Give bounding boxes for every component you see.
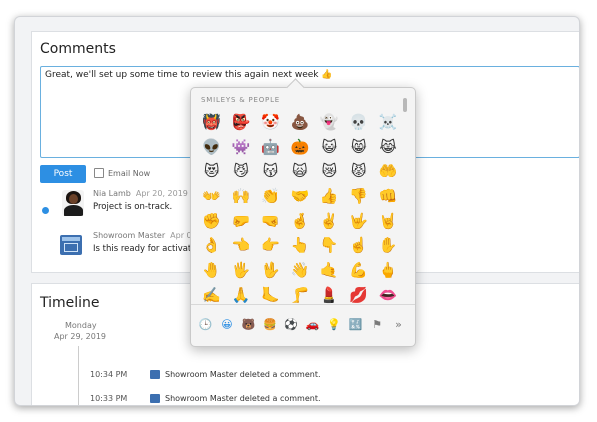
emoji-button[interactable]: 👻 xyxy=(315,110,344,135)
post-button[interactable]: Post xyxy=(40,165,86,183)
emoji-grid: 👹 👺 🤡 💩 👻 💀 ☠️ 👽 👾 🤖 🎃 😺 😸 😹 😻 😼 😽 🙀 😿 😾 🤲 👐 🙌 👏 🤝 👍 👎 👊 ✊ 🤛 🤜 🤞 ✌️ 🤟 🤘 👌 👈 👉… xyxy=(197,110,403,302)
emoji-button[interactable]: 🤛 xyxy=(226,209,255,234)
emoji-button[interactable]: 👇 xyxy=(315,233,344,258)
travel-icon[interactable]: 🚗 xyxy=(304,316,321,333)
emoji-button[interactable]: 😽 xyxy=(256,159,285,184)
emoji-button[interactable]: 👋 xyxy=(285,258,314,283)
emoji-category-bar: 🕒 😀 🐻 🍔 ⚽ 🚗 💡 🔣 ⚑» xyxy=(197,309,407,339)
emoji-button[interactable]: 👺 xyxy=(226,110,255,135)
emoji-button[interactable]: 👍 xyxy=(315,184,344,209)
emoji-button[interactable]: 👾 xyxy=(226,135,255,160)
emoji-button[interactable]: 👉 xyxy=(256,233,285,258)
timeline-text: Showroom Master deleted a comment. xyxy=(165,394,321,403)
emoji-button[interactable]: 🖖 xyxy=(256,258,285,283)
animals-icon[interactable]: 🐻 xyxy=(240,316,257,333)
emoji-button[interactable]: 💀 xyxy=(344,110,373,135)
emoji-button[interactable]: 😼 xyxy=(226,159,255,184)
emoji-button[interactable]: 👏 xyxy=(256,184,285,209)
emoji-button[interactable]: 🤝 xyxy=(285,184,314,209)
showroom-icon xyxy=(150,394,160,403)
emoji-button[interactable]: 😹 xyxy=(373,135,402,160)
unread-indicator xyxy=(42,207,49,214)
emoji-button[interactable]: 🎃 xyxy=(285,135,314,160)
feed-date: Apr 20, 2019 1 xyxy=(135,189,196,198)
food-icon[interactable]: 🍔 xyxy=(261,316,278,333)
timeline-date: Apr 29, 2019 xyxy=(54,332,107,341)
emoji-button[interactable]: 🤜 xyxy=(256,209,285,234)
feed-author: Showroom Master Apr 0 xyxy=(93,231,192,240)
emoji-button[interactable]: 🤞 xyxy=(285,209,314,234)
smileys-icon[interactable]: 😀 xyxy=(218,316,235,333)
symbols-icon[interactable]: 🔣 xyxy=(347,316,364,333)
emoji-button[interactable]: 👈 xyxy=(226,233,255,258)
feed-date: Apr 0 xyxy=(170,231,192,240)
timeline-line xyxy=(78,346,79,405)
timeline-day: Monday xyxy=(65,321,97,330)
emoji-button[interactable]: 👎 xyxy=(344,184,373,209)
emoji-button[interactable]: 🤙 xyxy=(315,258,344,283)
timeline-title: Timeline xyxy=(40,295,100,311)
email-now-option[interactable]: Email Now xyxy=(94,168,150,178)
timeline-text: Showroom Master deleted a comment. xyxy=(165,370,321,379)
emoji-button[interactable]: 👐 xyxy=(197,184,226,209)
emoji-button[interactable]: ☠️ xyxy=(373,110,402,135)
feed-author: Nia Lamb Apr 20, 2019 1 xyxy=(93,189,196,198)
picker-category-header: SMILEYS & PEOPLE xyxy=(201,96,280,104)
emoji-button[interactable]: 👆 xyxy=(285,233,314,258)
emoji-button[interactable]: 🤡 xyxy=(256,110,285,135)
emoji-button[interactable]: 👌 xyxy=(197,233,226,258)
timeline-time: 10:33 PM xyxy=(90,394,128,403)
emoji-button[interactable]: 🖐️ xyxy=(226,258,255,283)
emoji-button[interactable]: 👽 xyxy=(197,135,226,160)
more-icon[interactable]: » xyxy=(390,316,407,333)
flags-icon[interactable]: ⚑ xyxy=(369,316,386,333)
activity-icon[interactable]: ⚽ xyxy=(283,316,300,333)
feed-text: Project is on-track. xyxy=(93,202,173,212)
emoji-button[interactable]: 🤟 xyxy=(344,209,373,234)
emoji-button[interactable]: 👹 xyxy=(197,110,226,135)
objects-icon[interactable]: 💡 xyxy=(326,316,343,333)
picker-divider xyxy=(191,304,415,305)
showroom-icon xyxy=(150,370,160,379)
emoji-button[interactable]: 💪 xyxy=(344,258,373,283)
emoji-button[interactable]: 🖕 xyxy=(373,258,402,283)
emoji-button[interactable]: 🙀 xyxy=(285,159,314,184)
feed-text: Is this ready for activation xyxy=(93,244,205,254)
email-now-label: Email Now xyxy=(108,168,151,178)
emoji-button[interactable]: 👊 xyxy=(373,184,402,209)
recent-icon[interactable]: 🕒 xyxy=(197,316,214,333)
emoji-button[interactable]: 🤚 xyxy=(197,258,226,283)
emoji-button[interactable]: ☝️ xyxy=(344,233,373,258)
picker-scrollbar[interactable] xyxy=(403,98,407,112)
emoji-button[interactable]: 😾 xyxy=(344,159,373,184)
emoji-button[interactable]: 😿 xyxy=(315,159,344,184)
emoji-button[interactable]: 🤘 xyxy=(373,209,402,234)
emoji-button[interactable]: 😺 xyxy=(315,135,344,160)
emoji-button[interactable]: ✌️ xyxy=(315,209,344,234)
timeline-time: 10:34 PM xyxy=(90,370,128,379)
emoji-button[interactable]: 🤖 xyxy=(256,135,285,160)
avatar xyxy=(62,190,84,216)
emoji-button[interactable]: ✋ xyxy=(373,233,402,258)
emoji-button[interactable]: 🤲 xyxy=(373,159,402,184)
emoji-button[interactable]: 🙌 xyxy=(226,184,255,209)
comments-title: Comments xyxy=(40,41,116,57)
emoji-button[interactable]: 😻 xyxy=(197,159,226,184)
emoji-button[interactable]: 💩 xyxy=(285,110,314,135)
showroom-avatar-icon xyxy=(60,235,82,255)
email-now-checkbox[interactable] xyxy=(94,168,104,178)
emoji-button[interactable]: ✊ xyxy=(197,209,226,234)
emoji-picker: SMILEYS & PEOPLE 👹 👺 🤡 💩 👻 💀 ☠️ 👽 👾 🤖 🎃 😺 😸 😹 😻 😼 😽 🙀 😿 😾 🤲 👐… xyxy=(190,78,416,347)
app-window: Comments Great, we'll set up some time t… xyxy=(14,16,580,406)
emoji-button[interactable]: 😸 xyxy=(344,135,373,160)
